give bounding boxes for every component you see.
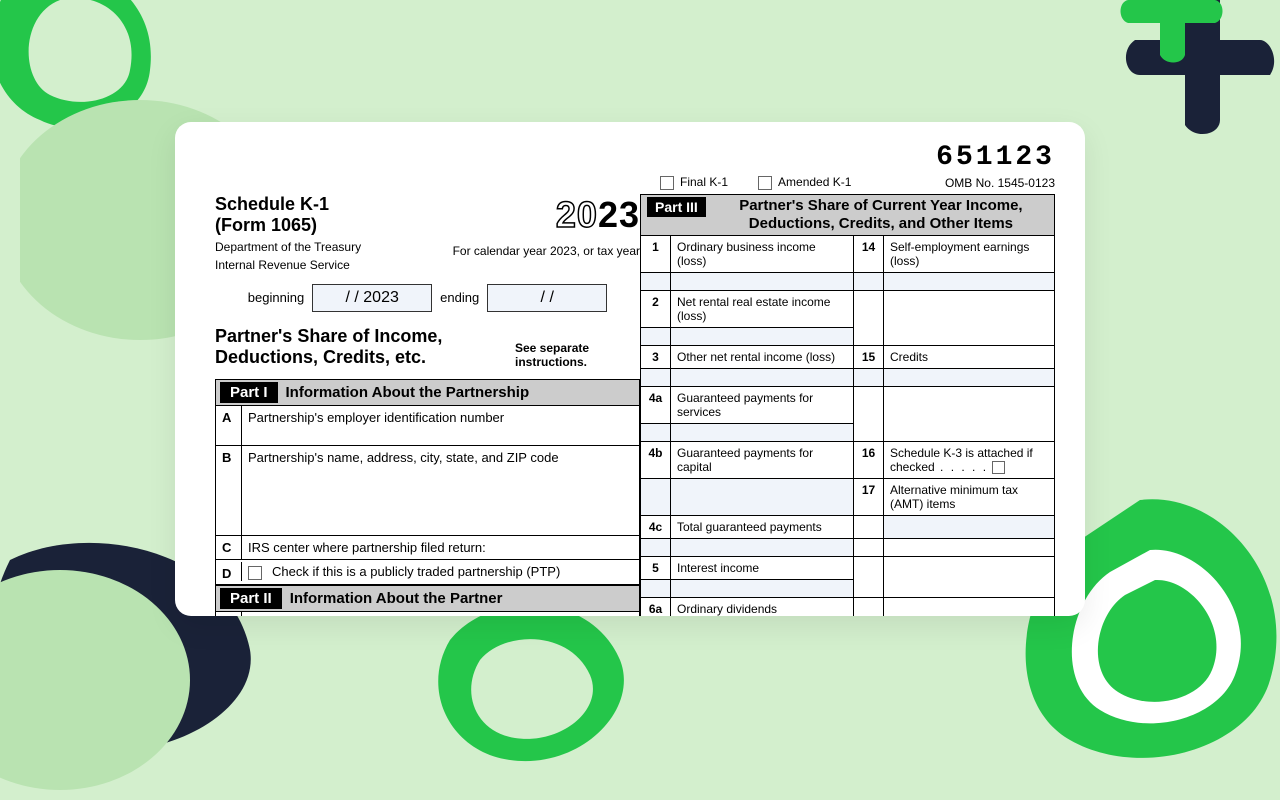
line-b-desc: Partnership's name, address, city, state…: [242, 446, 639, 535]
form-1065: (Form 1065): [215, 215, 361, 236]
part2-title: Information About the Partner: [290, 590, 503, 607]
part3-grid: 1 Ordinary business income (loss) 14 Sel…: [641, 236, 1054, 616]
row15-value[interactable]: [884, 369, 1054, 387]
row4b-label: Guaranteed payments for capital: [671, 442, 854, 479]
row4b-value[interactable]: [671, 479, 854, 516]
row4b-num: 4b: [641, 442, 671, 479]
row17-num: 17: [854, 479, 884, 516]
form-number: 651123: [936, 142, 1055, 173]
amended-k1-label: Amended K-1: [778, 175, 851, 189]
final-amended-row: Final K-1 Amended K-1: [660, 175, 851, 190]
line-c-letter: C: [216, 536, 242, 559]
form-subtitle: Partner's Share of Income, Deductions, C…: [215, 326, 515, 369]
row14-numval: [854, 273, 884, 291]
tax-year: 2023: [453, 194, 640, 236]
row5-label: Interest income: [671, 557, 854, 580]
ending-date-input[interactable]: / /: [487, 284, 607, 312]
form-header: Schedule K-1 (Form 1065) Department of t…: [215, 194, 361, 272]
decor-green-plus: [1110, 0, 1230, 80]
row1-num: 1: [641, 236, 671, 273]
row17-value[interactable]: [884, 516, 1054, 539]
row1-numval: [641, 273, 671, 291]
row6a-num: 6a: [641, 598, 671, 616]
row14-value[interactable]: [884, 273, 1054, 291]
row2-value[interactable]: [671, 328, 854, 346]
beginning-label: beginning: [248, 290, 304, 305]
line-b-letter: B: [216, 446, 242, 535]
tax-form: 651123 Final K-1 Amended K-1 OMB No. 154…: [175, 122, 1085, 616]
part2-tag: Part II: [220, 588, 282, 609]
row4a-num: 4a: [641, 387, 671, 424]
row1-value[interactable]: [671, 273, 854, 291]
omb-number: OMB No. 1545-0123: [945, 176, 1055, 190]
line-d-letter: D: [216, 562, 242, 581]
beginning-date-input[interactable]: / / 2023: [312, 284, 432, 312]
row3-label: Other net rental income (loss): [671, 346, 854, 369]
row14-num: 14: [854, 236, 884, 273]
dept-irs: Internal Revenue Service: [215, 258, 361, 272]
ptp-checkbox[interactable]: [248, 566, 262, 580]
row4a-value[interactable]: [671, 424, 854, 442]
row3-num: 3: [641, 346, 671, 369]
line-a-desc: Partnership's employer identification nu…: [242, 406, 639, 445]
row4c-label: Total guaranteed payments: [671, 516, 854, 539]
row4c-value[interactable]: [671, 539, 854, 557]
dept-treasury: Department of the Treasury: [215, 240, 361, 254]
calendar-year-text: For calendar year 2023, or tax year: [453, 244, 640, 258]
part1-title: Information About the Partnership: [286, 384, 530, 401]
row3-value[interactable]: [671, 369, 854, 387]
line-c-desc: IRS center where partnership filed retur…: [242, 536, 639, 559]
row2-label: Net rental real estate income (loss): [671, 291, 854, 328]
part2-bar: Part II Information About the Partner: [215, 585, 640, 612]
row6a-label: Ordinary dividends: [671, 598, 854, 616]
k3-checkbox[interactable]: [992, 461, 1005, 474]
line-e-letter: E: [216, 612, 242, 616]
part3-bar: Part III Partner's Share of Current Year…: [641, 195, 1054, 236]
row16-label: Schedule K-3 is attached if checked: [884, 442, 1054, 479]
row15-num: 15: [854, 346, 884, 369]
schedule-title: Schedule K-1: [215, 194, 361, 215]
part1-tag: Part I: [220, 382, 278, 403]
row16-num: 16: [854, 442, 884, 479]
line-d-desc: Check if this is a publicly traded partn…: [242, 560, 639, 584]
final-k1-checkbox[interactable]: [660, 176, 674, 190]
row4c-num: 4c: [641, 516, 671, 539]
row4a-label: Guaranteed payments for services: [671, 387, 854, 424]
amended-k1-checkbox[interactable]: [758, 176, 772, 190]
row15-label: Credits: [884, 346, 1054, 369]
see-instructions: See separate instructions.: [515, 341, 640, 369]
row5-value[interactable]: [671, 580, 854, 598]
row17-label: Alternative minimum tax (AMT) items: [884, 479, 1054, 516]
part1-bar: Part I Information About the Partnership: [215, 379, 640, 406]
final-k1-label: Final K-1: [680, 175, 728, 189]
part3-tag: Part III: [647, 197, 706, 217]
line-e-desc: Partner's SSN or TIN (Do not use TIN of …: [242, 612, 639, 616]
row14-label: Self-employment earnings (loss): [884, 236, 1054, 273]
ending-label: ending: [440, 290, 479, 305]
row2-num: 2: [641, 291, 671, 328]
line-a-letter: A: [216, 406, 242, 445]
row5-num: 5: [641, 557, 671, 580]
part3-title: Partner's Share of Current Year Income, …: [714, 197, 1048, 233]
row1-label: Ordinary business income (loss): [671, 236, 854, 273]
